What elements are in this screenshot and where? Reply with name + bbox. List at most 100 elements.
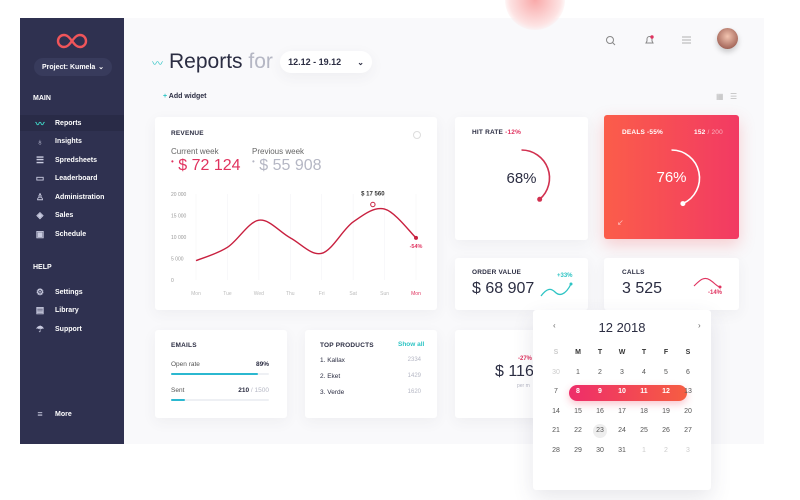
next-month-button[interactable]: ›: [698, 321, 701, 330]
sidebar-item-sales[interactable]: ◈ Sales: [20, 208, 124, 224]
change-badge: -27%: [518, 356, 533, 362]
calendar-day[interactable]: 30: [589, 441, 611, 461]
calendar-day[interactable]: 31: [611, 441, 633, 461]
calendar-day[interactable]: 24: [611, 421, 633, 441]
calendar-day[interactable]: 28: [545, 441, 567, 461]
x-tick-label: Fri: [319, 291, 325, 297]
page-title: Reports for: [169, 50, 273, 73]
open-rate-bar: [171, 373, 269, 375]
peak-point[interactable]: [370, 201, 376, 208]
sidebar-item-schedule[interactable]: ▣ Schedule: [20, 226, 124, 242]
calendar-day[interactable]: 26: [655, 421, 677, 441]
calendar-day[interactable]: 27: [677, 421, 699, 441]
sent-bar: [171, 399, 269, 401]
sidebar-item-reports[interactable]: 〰 Reports: [20, 115, 124, 131]
main-section-label: MAIN: [33, 95, 51, 102]
day-number: 25: [640, 427, 648, 435]
day-number: 7: [554, 388, 558, 396]
calendar-day[interactable]: 23: [589, 421, 611, 441]
search-icon[interactable]: [605, 35, 616, 46]
sidebar-item-administration[interactable]: ♙ Administration: [20, 189, 124, 205]
pulse-icon: 〰: [35, 118, 45, 129]
calendar-day[interactable]: 29: [567, 441, 589, 461]
book-icon: ▤: [35, 305, 45, 315]
calendar-day[interactable]: 13: [677, 382, 699, 402]
day-number: 28: [552, 446, 560, 454]
calendar-day[interactable]: 19: [655, 402, 677, 422]
calendar-day[interactable]: 2: [589, 363, 611, 383]
bell-icon[interactable]: [644, 34, 655, 46]
calendar-day[interactable]: 30: [545, 363, 567, 383]
day-number: 30: [596, 446, 604, 454]
calendar-day[interactable]: 7: [545, 382, 567, 402]
sidebar-item-label: More: [55, 410, 72, 418]
calendar-day[interactable]: 14: [545, 402, 567, 422]
date-range-selector[interactable]: 12.12 - 19.12 ⌄: [280, 51, 372, 73]
hit-rate-card: HIT RATE -12% 68%: [455, 117, 588, 240]
last-point[interactable]: [414, 235, 418, 240]
date-range-value: 12.12 - 19.12: [288, 57, 342, 67]
revenue-chart: 20 000 15 000 10 000 5 000 0 Mon Tue Wed Thu Fri S…: [171, 191, 423, 297]
grid-view-icon[interactable]: ▦: [716, 92, 724, 101]
add-widget-button[interactable]: + Add widget: [163, 93, 207, 100]
sidebar-item-support[interactable]: ☂ Support: [20, 321, 124, 337]
calendar-day[interactable]: 1: [567, 363, 589, 383]
show-all-link[interactable]: Show all: [398, 341, 424, 348]
card-title: CALLS: [622, 269, 645, 276]
calendar-day[interactable]: 15: [567, 402, 589, 422]
day-number: 29: [574, 446, 582, 454]
calendar-day[interactable]: 8: [567, 382, 589, 402]
y-tick-label: 20 000: [171, 192, 187, 198]
calendar-day[interactable]: 21: [545, 421, 567, 441]
calendar-day[interactable]: 2: [655, 441, 677, 461]
calls-card: CALLS 3 525 -14%: [604, 258, 739, 310]
open-rate-value: 89%: [255, 361, 269, 368]
calendar-day[interactable]: 22: [567, 421, 589, 441]
avatar[interactable]: [717, 28, 738, 49]
revenue-card: REVENUE Current week • $ 72 124 Previous…: [155, 117, 437, 310]
calendar-day[interactable]: 1: [633, 441, 655, 461]
filter-icon[interactable]: [681, 34, 692, 45]
calendar-day[interactable]: 5: [655, 363, 677, 383]
calendar-day[interactable]: 20: [677, 402, 699, 422]
lightbulb-icon: ♁: [36, 136, 44, 147]
sidebar-item-more[interactable]: ≡ More: [20, 406, 124, 422]
pulse-icon: 〰: [152, 58, 163, 70]
list-view-icon[interactable]: ☰: [730, 92, 737, 101]
revenue-line: [195, 207, 417, 262]
calendar-day[interactable]: 10: [611, 382, 633, 402]
sidebar-item-spredsheets[interactable]: ☰ Spredsheets: [20, 152, 124, 168]
deals-value: 76%: [656, 169, 687, 186]
day-number: 21: [552, 427, 560, 435]
project-selector[interactable]: Project: Kumela ⌄: [34, 58, 112, 76]
weekday-label: M: [575, 349, 581, 357]
sidebar-item-leaderboard[interactable]: ▭ Leaderboard: [20, 171, 124, 187]
day-number: 12: [662, 388, 670, 396]
day-number: 30: [552, 368, 560, 376]
sidebar-item-settings[interactable]: ⚙ Settings: [20, 284, 124, 300]
trend-sparkline: [540, 282, 573, 297]
weekday-label: T: [597, 349, 603, 357]
y-tick-label: 10 000: [171, 235, 187, 241]
day-number: 5: [664, 368, 668, 376]
calendar-day[interactable]: 11: [633, 382, 655, 402]
weekday-label: S: [553, 349, 559, 357]
calendar-day[interactable]: 12: [655, 382, 677, 402]
change-badge: -14%: [708, 290, 723, 296]
calendar-day[interactable]: 17: [611, 402, 633, 422]
sidebar-item-library[interactable]: ▤ Library: [20, 303, 124, 319]
calendar-day[interactable]: 4: [633, 363, 655, 383]
calendar-day[interactable]: 3: [677, 441, 699, 461]
calendar-day[interactable]: 18: [633, 402, 655, 422]
help-section-label: HELP: [33, 264, 52, 271]
collapse-icon[interactable]: ↙: [617, 218, 624, 227]
calendar-day[interactable]: 3: [611, 363, 633, 383]
calendar-day[interactable]: 25: [633, 421, 655, 441]
product-value: 1620: [407, 389, 421, 395]
calendar-day[interactable]: 9: [589, 382, 611, 402]
sidebar-item-insights[interactable]: ♁ Insights: [20, 134, 124, 150]
calendar-day[interactable]: 6: [677, 363, 699, 383]
day-number: 10: [618, 388, 626, 396]
weekday-label: T: [641, 349, 647, 357]
calendar-day[interactable]: 16: [589, 402, 611, 422]
